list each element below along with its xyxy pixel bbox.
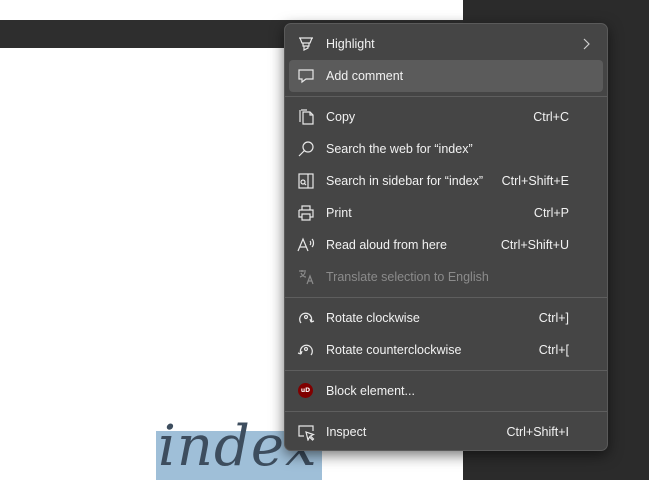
printer-icon xyxy=(297,204,315,222)
menu-item-label: Translate selection to English xyxy=(326,270,489,284)
menu-item-label: Rotate counterclockwise xyxy=(326,343,462,357)
menu-item-label: Rotate clockwise xyxy=(326,311,420,325)
menu-item-shortcut: Ctrl+[ xyxy=(538,343,569,357)
menu-item-label: Print xyxy=(326,206,352,220)
menu-item-label: Read aloud from here xyxy=(326,238,447,252)
menu-item-rotate-clockwise[interactable]: Rotate clockwise Ctrl+] xyxy=(289,302,603,334)
menu-item-label: Highlight xyxy=(326,37,375,51)
menu-item-read-aloud[interactable]: Read aloud from here Ctrl+Shift+U xyxy=(289,229,603,261)
highlighter-icon xyxy=(297,35,315,53)
chevron-right-icon xyxy=(579,36,593,52)
menu-item-rotate-counterclockwise[interactable]: Rotate counterclockwise Ctrl+[ xyxy=(289,334,603,366)
menu-separator xyxy=(285,370,607,371)
read-aloud-icon xyxy=(297,236,315,254)
menu-item-copy[interactable]: Copy Ctrl+C xyxy=(289,101,603,133)
menu-item-inspect[interactable]: Inspect Ctrl+Shift+I xyxy=(289,416,603,448)
search-icon xyxy=(297,140,315,158)
menu-item-shortcut: Ctrl+] xyxy=(538,311,569,325)
menu-item-print[interactable]: Print Ctrl+P xyxy=(289,197,603,229)
menu-item-search-web[interactable]: Search the web for “index” xyxy=(289,133,603,165)
menu-item-label: Copy xyxy=(326,110,356,124)
rotate-clockwise-icon xyxy=(297,309,315,327)
menu-separator xyxy=(285,411,607,412)
menu-separator xyxy=(285,297,607,298)
menu-item-label: Search in sidebar for “index” xyxy=(326,174,484,188)
menu-item-highlight[interactable]: Highlight xyxy=(289,28,603,60)
menu-item-shortcut: Ctrl+P xyxy=(533,206,569,220)
menu-item-label: Add comment xyxy=(326,69,404,83)
rotate-counterclockwise-icon xyxy=(297,341,315,359)
copy-icon xyxy=(297,108,315,126)
menu-item-label: Inspect xyxy=(326,425,367,439)
menu-item-search-sidebar[interactable]: Search in sidebar for “index” Ctrl+Shift… xyxy=(289,165,603,197)
menu-item-shortcut: Ctrl+Shift+E xyxy=(501,174,569,188)
menu-item-shortcut: Ctrl+Shift+I xyxy=(506,425,569,439)
translate-icon xyxy=(297,268,315,286)
menu-item-label: Search the web for “index” xyxy=(326,142,473,156)
menu-item-label: Block element... xyxy=(326,384,415,398)
document-page-top xyxy=(0,0,463,20)
menu-separator xyxy=(285,96,607,97)
ublock-icon: uD xyxy=(297,382,315,400)
menu-item-add-comment[interactable]: Add comment xyxy=(289,60,603,92)
menu-item-shortcut: Ctrl+C xyxy=(533,110,569,124)
inspect-icon xyxy=(297,423,315,441)
context-menu: Highlight Add comment Copy Ctrl+C Search… xyxy=(284,23,608,451)
menu-item-translate: Translate selection to English xyxy=(289,261,603,293)
sidebar-search-icon xyxy=(297,172,315,190)
comment-icon xyxy=(297,67,315,85)
menu-item-shortcut: Ctrl+Shift+U xyxy=(500,238,569,252)
menu-item-block-element[interactable]: uD Block element... xyxy=(289,375,603,407)
ublock-badge: uD xyxy=(298,383,313,398)
